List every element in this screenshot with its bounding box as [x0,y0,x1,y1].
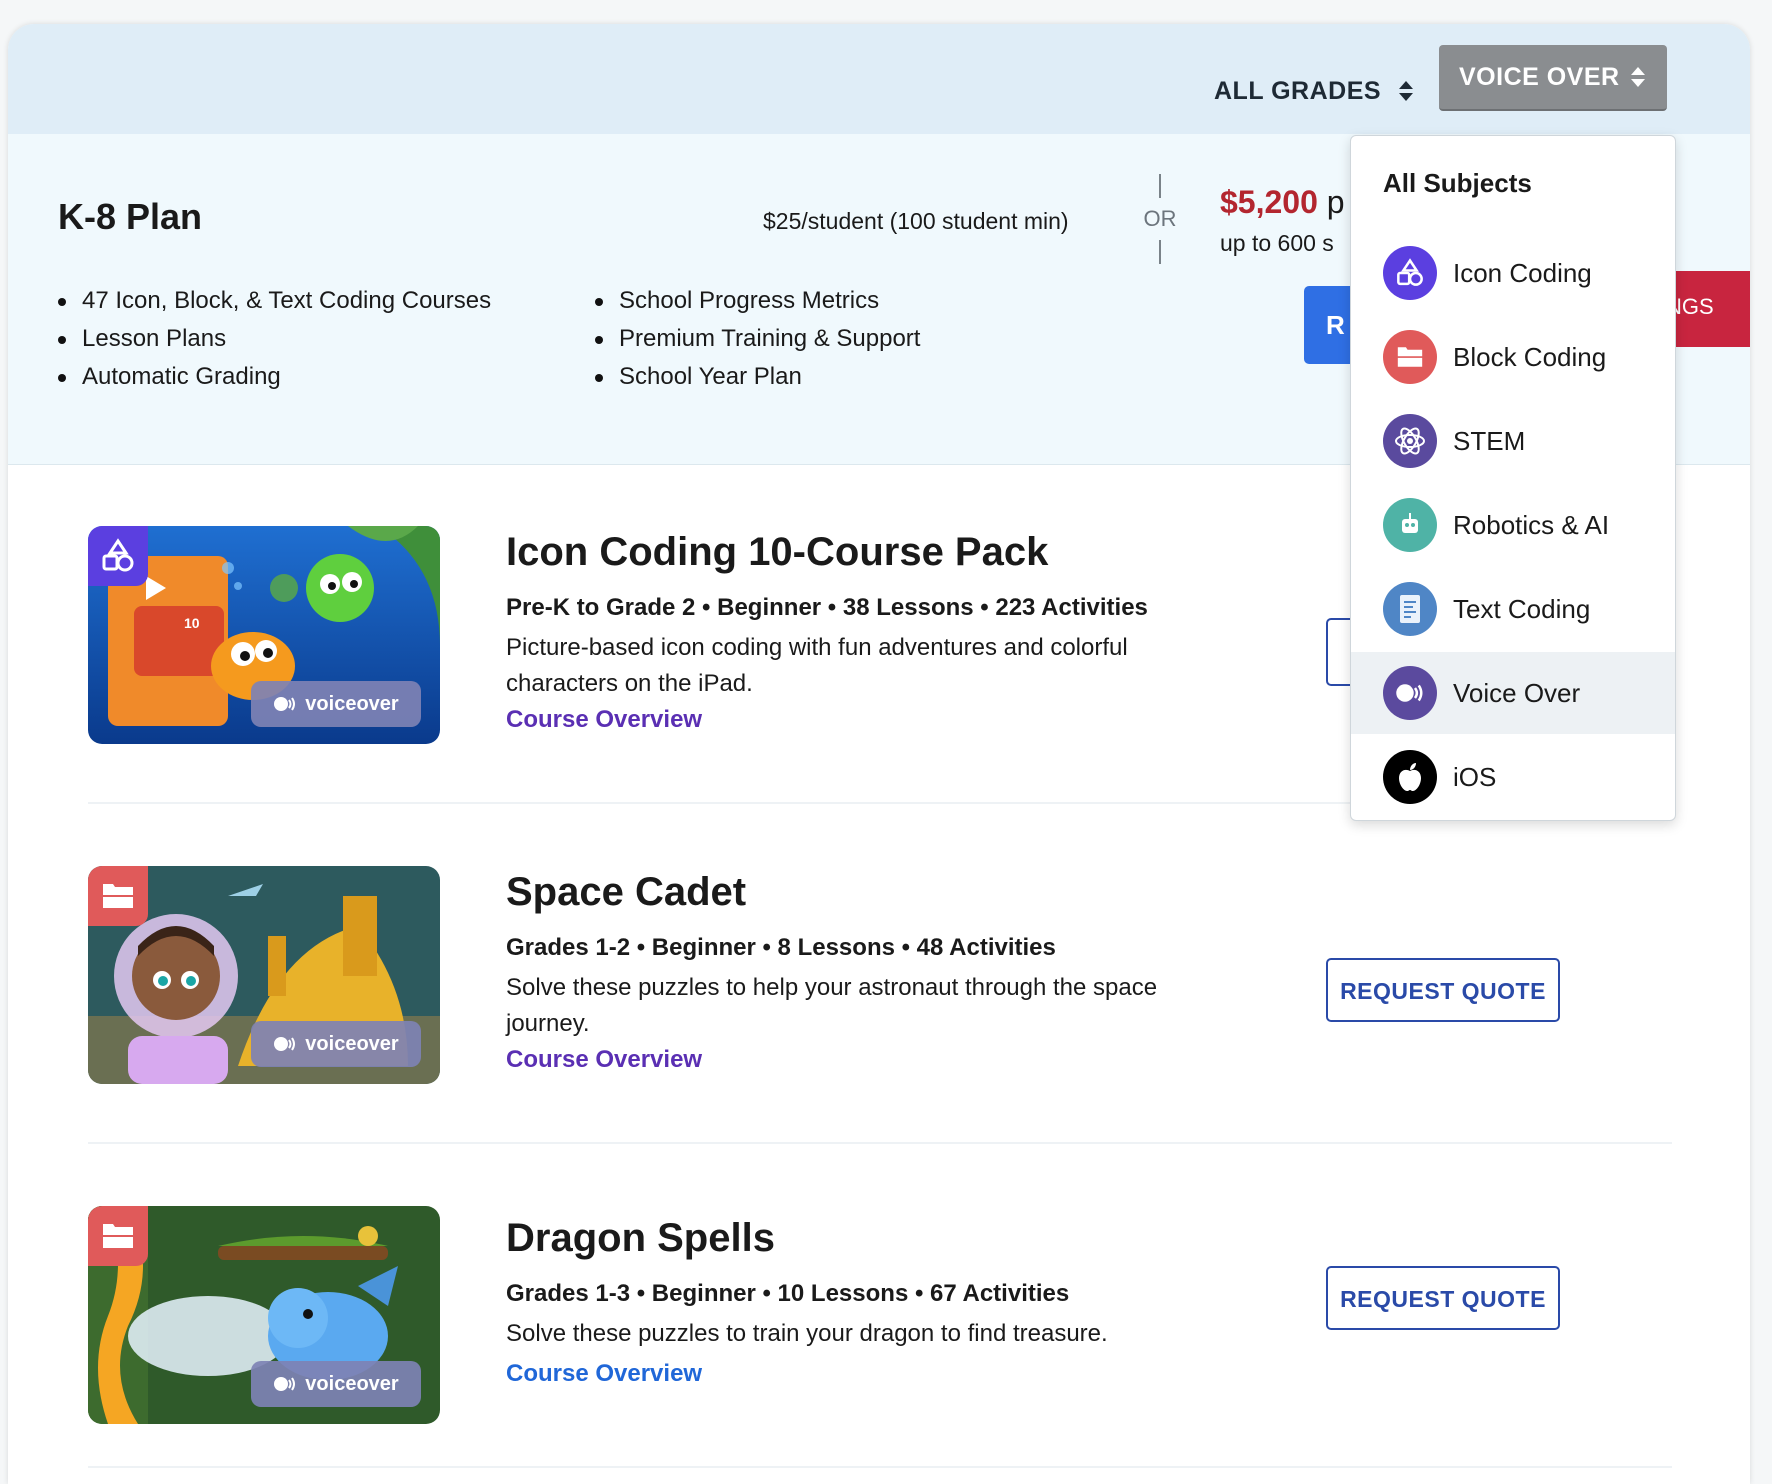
request-quote-button[interactable]: REQUEST QUOTE [1326,958,1560,1022]
plan-feature: 47 Icon, Block, & Text Coding Courses [58,282,491,320]
course-overview-link[interactable]: Course Overview [506,1360,702,1388]
dropdown-item-stem[interactable]: STEM [1351,400,1675,482]
voiceover-badge-label: voiceover [305,1032,399,1055]
dropdown-item-voice-over[interactable]: Voice Over [1351,652,1675,734]
plan-features-right: School Progress Metrics Premium Training… [595,282,920,396]
course-overview-link[interactable]: Course Overview [506,1046,702,1074]
course-description: Picture-based icon coding with fun adven… [506,634,1128,697]
dropdown-item-label: STEM [1453,425,1526,456]
plan-feature: Automatic Grading [58,358,491,396]
course-title: Space Cadet [506,870,747,914]
dropdown-item-label: Text Coding [1453,593,1591,624]
voiceover-badge-label: voiceover [305,1372,399,1395]
plan-feature: School Year Plan [595,358,920,396]
grades-select-label: ALL GRADES [1214,76,1382,105]
dropdown-item-block-coding[interactable]: Block Coding [1351,316,1675,398]
subject-select[interactable]: VOICE OVER [1439,45,1667,111]
filter-bar: ALL GRADES VOICE OVER [8,24,1750,134]
voiceover-icon [274,1037,296,1051]
course-description: Solve these puzzles to train your dragon… [506,1320,1108,1347]
plan-feature: School Progress Metrics [595,282,920,320]
flat-price-note: up to 600 s [1220,230,1334,256]
flat-price-suffix: p [1326,184,1345,220]
dropdown-header-all-subjects[interactable]: All Subjects [1383,168,1532,199]
sort-arrows-icon [1631,67,1645,87]
course-thumbnail[interactable]: voiceover [88,1206,440,1424]
course-title: Dragon Spells [506,1216,775,1260]
flat-price: $5,200 p [1220,184,1345,221]
voiceover-icon [1383,666,1437,720]
course-overview-link[interactable]: Course Overview [506,706,702,734]
course-thumbnail[interactable]: voiceover [88,866,440,1084]
robot-icon [1383,498,1437,552]
plan-feature: Lesson Plans [58,320,491,358]
atom-icon [1383,414,1437,468]
dropdown-item-label: iOS [1453,761,1497,792]
icon-coding-category-icon [88,526,148,586]
dropdown-item-text-coding[interactable]: Text Coding [1351,568,1675,650]
per-student-price: $25/student (100 student min) [763,208,1069,234]
sort-arrows-icon [1399,81,1414,101]
or-separator: OR [1140,174,1180,264]
svg-text:10: 10 [184,615,200,631]
course-meta: Grades 1-2 • Beginner • 8 Lessons • 48 A… [506,934,1056,961]
course-meta: Pre-K to Grade 2 • Beginner • 38 Lessons… [506,594,1148,621]
subject-select-label: VOICE OVER [1459,62,1620,91]
dropdown-item-label: Voice Over [1453,677,1581,708]
apple-icon [1383,750,1437,804]
voiceover-badge: voiceover [251,681,421,727]
grades-select[interactable]: ALL GRADES [1214,62,1414,120]
code-document-icon [1383,582,1437,636]
icon-coding-icon [1383,246,1437,300]
voiceover-icon [274,1377,296,1391]
dropdown-item-label: Block Coding [1453,341,1607,372]
subject-dropdown-menu: All Subjects Icon Coding Block Coding ST… [1350,135,1676,821]
course-description: Solve these puzzles to help your astrona… [506,974,1158,1037]
course-thumbnail[interactable]: 10 voiceover [88,526,440,744]
block-coding-category-icon [88,1206,148,1266]
plan-features-left: 47 Icon, Block, & Text Coding Courses Le… [58,282,491,396]
block-coding-icon [1383,330,1437,384]
voiceover-badge-label: voiceover [305,692,399,715]
dropdown-item-label: Icon Coding [1453,257,1592,288]
or-text: OR [1143,206,1177,231]
voiceover-icon [274,697,296,711]
divider [88,1466,1672,1468]
voiceover-badge: voiceover [251,1361,421,1407]
course-meta: Grades 1-3 • Beginner • 10 Lessons • 67 … [506,1280,1070,1307]
block-coding-category-icon [88,866,148,926]
voiceover-badge: voiceover [251,1021,421,1067]
divider [88,1142,1672,1144]
plan-title: K-8 Plan [58,196,203,237]
course-title: Icon Coding 10-Course Pack [506,530,1049,574]
flat-price-value: $5,200 [1220,184,1318,220]
dropdown-item-icon-coding[interactable]: Icon Coding [1351,232,1675,314]
dropdown-item-robotics-ai[interactable]: Robotics & AI [1351,484,1675,566]
request-quote-button[interactable]: REQUEST QUOTE [1326,1266,1560,1330]
dropdown-item-label: Robotics & AI [1453,509,1610,540]
dropdown-item-ios[interactable]: iOS [1351,736,1675,818]
app-window: ALL GRADES VOICE OVER K-8 Plan $25/stude… [8,24,1750,1484]
plan-feature: Premium Training & Support [595,320,920,358]
